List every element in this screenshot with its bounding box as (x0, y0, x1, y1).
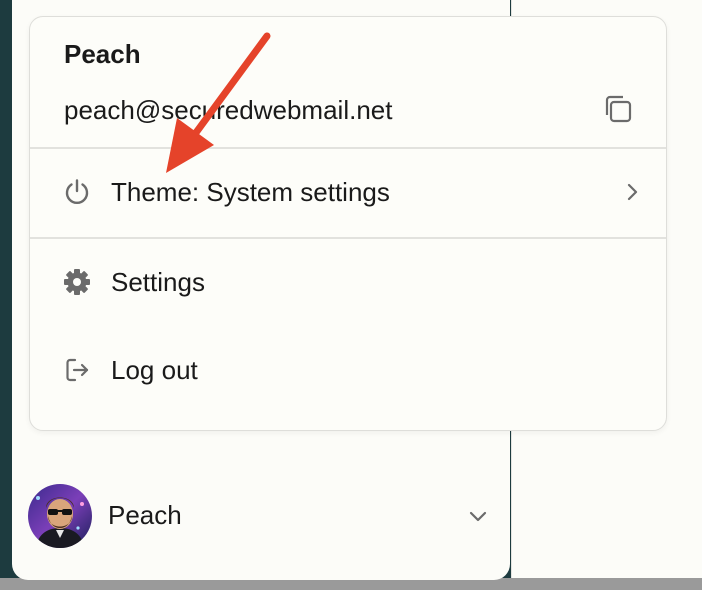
logout-label: Log out (111, 354, 198, 385)
gear-icon (62, 267, 92, 297)
chevron-down-icon (466, 504, 490, 528)
account-name: Peach (108, 500, 182, 530)
user-email: peach@securedwebmail.net (64, 95, 393, 125)
menu-divider (30, 237, 666, 239)
logout-menu-item[interactable]: Log out (30, 340, 666, 400)
copy-icon (602, 93, 634, 130)
account-switcher[interactable]: Peach (28, 484, 498, 548)
chevron-right-icon (620, 180, 644, 204)
settings-label: Settings (111, 266, 205, 297)
user-name: Peach (64, 39, 141, 69)
power-icon (62, 177, 92, 207)
settings-menu-item[interactable]: Settings (30, 252, 666, 312)
user-menu-popover: Peach peach@securedwebmail.net Theme: Sy… (29, 16, 667, 431)
avatar (28, 484, 92, 548)
menu-divider (30, 147, 666, 149)
copy-email-button[interactable] (600, 93, 636, 129)
theme-menu-item[interactable]: Theme: System settings (30, 162, 666, 222)
logout-icon (62, 355, 92, 385)
theme-label: Theme: System settings (111, 176, 390, 207)
